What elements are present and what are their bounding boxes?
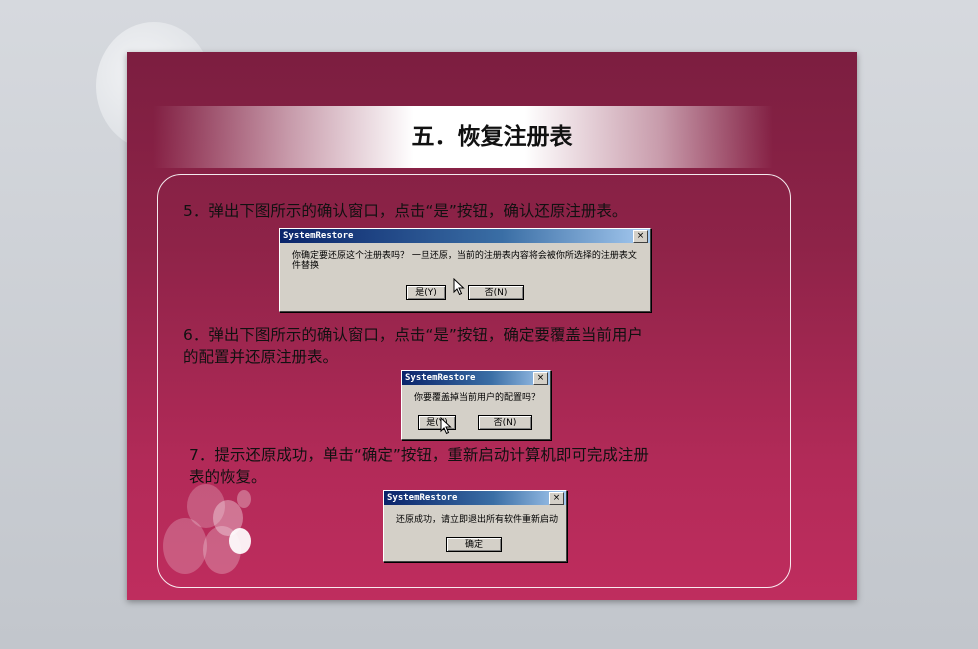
no-button[interactable]: 否(N) [478, 415, 532, 430]
slide-title: 五．恢复注册表 [411, 123, 573, 150]
step-6-text-line2: 的配置并还原注册表。 [183, 348, 339, 366]
dialog-message: 你要覆盖掉当前用户的配置吗？ [414, 393, 541, 403]
mouse-cursor-icon [453, 278, 465, 296]
dialog-message: 你确定要还原这个注册表吗？ 一旦还原，当前的注册表内容将会被你所选择的注册表文件… [292, 251, 637, 271]
step-6-text-line1: 6．弹出下图所示的确认窗口，点击“是”按钮，确定要覆盖当前用户 [183, 326, 643, 344]
dialog-titlebar: SystemRestore × [402, 371, 550, 385]
no-button[interactable]: 否(N) [468, 285, 524, 300]
confirm-restore-dialog: SystemRestore × 你确定要还原这个注册表吗？ 一旦还原，当前的注册… [279, 228, 651, 312]
close-icon[interactable]: × [533, 372, 548, 385]
step-5-text: 5．弹出下图所示的确认窗口，点击“是”按钮，确认还原注册表。 [183, 202, 628, 220]
dialog-titlebar: SystemRestore × [280, 229, 650, 243]
decor-bubble [229, 528, 251, 554]
dialog-title: SystemRestore [387, 493, 458, 503]
close-icon[interactable]: × [633, 230, 648, 243]
yes-button[interactable]: 是(Y) [406, 285, 446, 300]
close-icon[interactable]: × [549, 492, 564, 505]
overwrite-config-dialog: SystemRestore × 你要覆盖掉当前用户的配置吗？ 是(Y) 否(N) [401, 370, 551, 440]
mouse-cursor-icon [440, 417, 452, 435]
decor-bubble [237, 490, 251, 508]
presentation-slide: 五．恢复注册表 5．弹出下图所示的确认窗口，点击“是”按钮，确认还原注册表。 S… [127, 52, 857, 600]
restore-success-dialog: SystemRestore × 还原成功，请立即退出所有软件重新启动 确定 [383, 490, 567, 562]
dialog-titlebar: SystemRestore × [384, 491, 566, 505]
dialog-title: SystemRestore [283, 231, 354, 241]
step-7-text-line2: 表的恢复。 [189, 468, 267, 486]
decor-bubble [163, 518, 207, 574]
step-7-text-line1: 7．提示还原成功，单击“确定”按钮，重新启动计算机即可完成注册 [189, 446, 649, 464]
dialog-title: SystemRestore [405, 373, 476, 383]
ok-button[interactable]: 确定 [446, 537, 502, 552]
dialog-message: 还原成功，请立即退出所有软件重新启动 [396, 515, 559, 525]
